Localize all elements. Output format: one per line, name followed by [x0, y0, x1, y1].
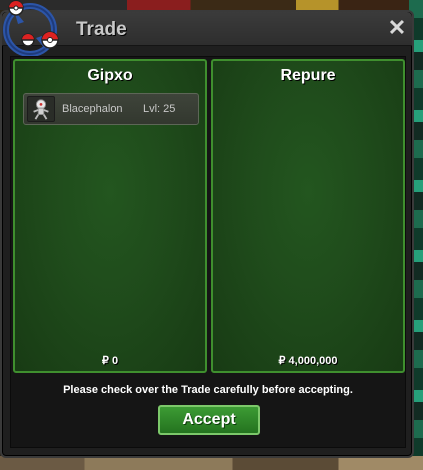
close-button[interactable]: ✕ [386, 17, 408, 39]
trade-window: Trade ✕ Gipxo Blacephalon Lvl: 25 ₽ 0 Re… [0, 0, 414, 458]
background-scenery-bottom [0, 456, 423, 470]
offer-panel-gipxo: Gipxo Blacephalon Lvl: 25 ₽ 0 [13, 59, 207, 373]
money-offer: ₽ 0 [101, 355, 119, 367]
trade-notice: Please check over the Trade carefully be… [63, 384, 353, 396]
item-name: Blacephalon [62, 103, 123, 115]
trader-name: Gipxo [87, 67, 133, 84]
trader-name: Repure [280, 67, 336, 84]
blacephalon-sprite-icon [27, 96, 55, 122]
item-level: Lvl: 25 [143, 103, 176, 115]
window-title: Trade [76, 19, 127, 40]
trade-content: Gipxo Blacephalon Lvl: 25 ₽ 0 Repure ₽ 4… [10, 56, 406, 448]
offer-panel-repure: Repure ₽ 4,000,000 [211, 59, 405, 373]
money-offer: ₽ 4,000,000 [278, 355, 338, 367]
pokeball-logo-icon [3, 0, 59, 56]
trade-item-slot[interactable]: Blacephalon Lvl: 25 [23, 93, 199, 125]
accept-button[interactable]: Accept [158, 405, 260, 435]
